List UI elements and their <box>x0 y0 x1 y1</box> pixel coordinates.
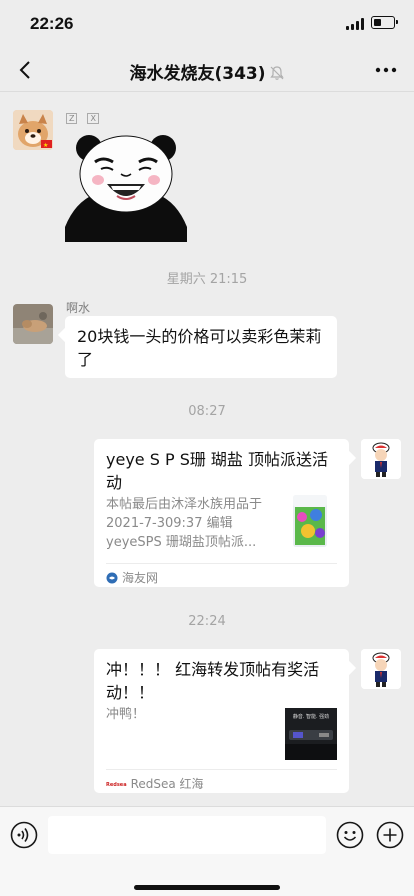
link-card-thumbnail: 静音. 智能. 强劲 <box>285 708 337 760</box>
chat-input-bar <box>0 806 414 896</box>
link-card-desc: 本帖最后由沐泽水族用品于 2021-7-309:37 编辑 yeyeSPS 珊瑚… <box>106 497 263 550</box>
home-indicator[interactable] <box>134 885 280 890</box>
sender-avatar-dog[interactable]: ★ <box>13 110 53 150</box>
source-name: RedSea 红海 <box>130 777 204 791</box>
source-name: 海友网 <box>122 571 159 585</box>
link-card-message[interactable]: yeye S P S珊 瑚盐 顶帖派送活动 本帖最后由沐泽水族用品于 2021-… <box>94 439 349 587</box>
signal-icon <box>346 18 364 30</box>
self-avatar[interactable] <box>361 649 401 689</box>
status-time: 22:26 <box>30 14 74 33</box>
status-bar: 22:26 <box>0 0 414 48</box>
link-card-title: yeye S P S珊 瑚盐 顶帖派送活动 <box>106 450 329 492</box>
text-message-bubble[interactable]: 20块钱一头的价格可以卖彩色茉莉了 <box>65 316 337 378</box>
plus-icon[interactable] <box>376 821 404 849</box>
message-input[interactable] <box>48 816 326 854</box>
timestamp: 08:27 <box>188 404 226 419</box>
link-card-message[interactable]: 冲！！！ 红海转发顶帖有奖活动！！ 冲鸭！ 静音. 智能. 强劲 Redsea R… <box>94 649 349 793</box>
more-icon[interactable] <box>373 59 399 81</box>
sender-avatar-ashui[interactable] <box>13 304 53 344</box>
timestamp: 星期六 21:15 <box>166 272 248 287</box>
chat-header: 海水发烧友(343) <box>0 48 414 92</box>
source-site-icon <box>106 572 118 584</box>
card-divider <box>106 769 337 770</box>
link-card-source: 海友网 <box>106 569 158 586</box>
panda-meme-sticker[interactable] <box>65 132 187 242</box>
source-logo: Redsea <box>106 782 127 788</box>
svg-text:★: ★ <box>43 142 48 149</box>
emoji-icon[interactable] <box>336 821 364 849</box>
message-text: 20块钱一头的价格可以卖彩色茉莉了 <box>77 327 322 369</box>
sticker-tag: X <box>87 113 99 124</box>
card-divider <box>106 563 337 564</box>
timestamp: 22:24 <box>188 614 226 629</box>
sender-name: 啊水 <box>66 301 91 315</box>
battery-icon <box>371 16 398 29</box>
group-name: 海水发烧友(343) <box>129 64 266 84</box>
link-card-title: 冲！！！ 红海转发顶帖有奖活动！！ <box>106 660 320 702</box>
chat-title: 海水发烧友(343) <box>0 59 414 84</box>
self-avatar[interactable] <box>361 439 401 479</box>
link-card-thumbnail <box>290 493 330 549</box>
sticker-tag: Z <box>66 113 78 124</box>
link-card-desc: 冲鸭！ <box>106 707 146 722</box>
voice-input-icon[interactable] <box>10 821 38 849</box>
sticker-tags: ZX <box>66 106 99 125</box>
link-card-source: Redsea RedSea 红海 <box>106 775 204 792</box>
mute-icon <box>269 66 284 80</box>
